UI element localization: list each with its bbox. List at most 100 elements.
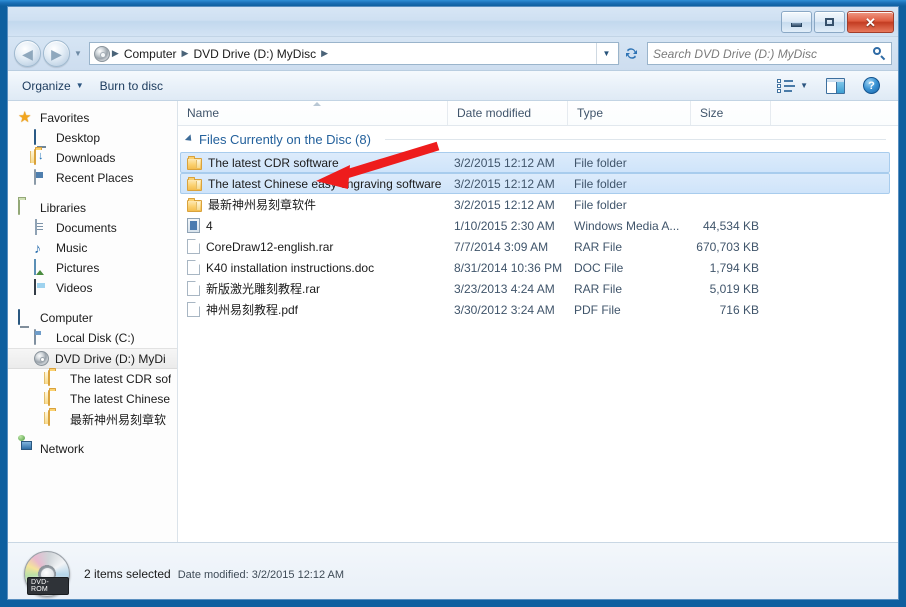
breadcrumb: ▶ Computer ▶ DVD Drive (D:) MyDisc ▶ xyxy=(93,45,596,62)
sidebar-item-label: Videos xyxy=(56,281,93,295)
recent-places-icon xyxy=(34,169,50,186)
sidebar-item-label: The latest CDR sof xyxy=(70,372,172,386)
table-row[interactable]: 神州易刻教程.pdf 3/30/2012 3:24 AM PDF File 71… xyxy=(180,299,890,320)
sidebar-item-label: DVD Drive (D:) MyDi xyxy=(55,351,166,366)
history-dropdown-button[interactable]: ▼ xyxy=(74,49,82,58)
burn-to-disc-button[interactable]: Burn to disc xyxy=(92,76,171,96)
address-bar-row: ◀ ▶ ▼ ▶ Computer ▶ DVD Drive (D:) MyDisc… xyxy=(8,37,898,71)
sidebar-item-desktop[interactable]: Desktop xyxy=(8,128,177,148)
window-body: ★ Favorites Desktop Downloads Recent Pla… xyxy=(8,101,898,542)
window-frame: ✕ ◀ ▶ ▼ ▶ Computer ▶ DVD Drive (D:) MyDi… xyxy=(7,6,899,600)
file-list-pane: Name Date modified Type Size Files Curre… xyxy=(178,101,898,542)
sidebar-item-recent-places[interactable]: Recent Places xyxy=(8,168,177,188)
group-divider xyxy=(384,138,886,140)
column-header-size[interactable]: Size xyxy=(691,101,771,125)
file-size: 670,703 KB xyxy=(696,239,759,254)
documents-icon xyxy=(34,219,50,236)
sidebar-item-dvd-drive[interactable]: DVD Drive (D:) MyDi xyxy=(8,348,177,369)
sidebar-item-libraries[interactable]: Libraries xyxy=(8,198,177,218)
address-dropdown-button[interactable]: ▼ xyxy=(596,43,616,64)
file-type: DOC File xyxy=(574,260,624,275)
view-list-icon xyxy=(777,78,796,93)
table-row[interactable]: The latest Chinese easy engraving softwa… xyxy=(180,173,890,194)
preview-pane-button[interactable] xyxy=(818,75,853,97)
sidebar-item-documents[interactable]: Documents xyxy=(8,218,177,238)
column-header-name[interactable]: Name xyxy=(178,101,448,125)
help-button[interactable]: ? xyxy=(855,74,888,97)
file-type: RAR File xyxy=(574,281,623,296)
search-input[interactable]: Search DVD Drive (D:) MyDisc xyxy=(653,47,873,61)
table-row[interactable]: CoreDraw12-english.rar 7/7/2014 3:09 AM … xyxy=(180,236,890,257)
file-date: 3/2/2015 12:12 AM xyxy=(454,176,555,191)
sidebar-item-downloads[interactable]: Downloads xyxy=(8,148,177,168)
close-button[interactable]: ✕ xyxy=(847,11,894,33)
sidebar-item-local-disk-c[interactable]: Local Disk (C:) xyxy=(8,328,177,348)
file-name: K40 installation instructions.doc xyxy=(206,260,375,275)
folder-icon xyxy=(187,176,202,191)
libraries-icon xyxy=(18,199,34,216)
downloads-folder-icon xyxy=(34,149,50,166)
breadcrumb-item-dvd-drive[interactable]: DVD Drive (D:) MyDisc xyxy=(190,47,319,61)
folder-icon xyxy=(187,197,202,212)
sidebar-item-network[interactable]: Network xyxy=(8,439,177,459)
navigation-pane: ★ Favorites Desktop Downloads Recent Pla… xyxy=(8,101,178,542)
close-icon: ✕ xyxy=(865,14,876,30)
chevron-down-icon: ▼ xyxy=(800,81,808,90)
nav-group-favorites: ★ Favorites Desktop Downloads Recent Pla… xyxy=(8,108,177,188)
file-name: 4 xyxy=(206,218,213,233)
desktop-icon xyxy=(34,129,50,146)
breadcrumb-separator: ▶ xyxy=(111,48,119,58)
sidebar-item-label: Documents xyxy=(56,221,117,235)
toolbar-right-group: ▼ ? xyxy=(769,74,892,97)
refresh-button[interactable] xyxy=(619,43,642,64)
organize-label: Organize xyxy=(22,78,71,93)
refresh-icon xyxy=(625,48,637,59)
sidebar-item-the-latest-chinese[interactable]: The latest Chinese xyxy=(8,389,177,409)
sidebar-item-computer[interactable]: Computer xyxy=(8,308,177,328)
file-type: File folder xyxy=(574,176,627,191)
document-file-icon xyxy=(187,239,200,254)
file-date: 3/23/2013 4:24 AM xyxy=(454,281,555,296)
expander-icon[interactable] xyxy=(184,134,195,144)
sidebar-item-label: Desktop xyxy=(56,131,101,145)
hard-disk-icon xyxy=(34,329,50,346)
videos-icon xyxy=(34,279,50,296)
column-header-type[interactable]: Type xyxy=(568,101,691,125)
sidebar-item-music[interactable]: ♪ Music xyxy=(8,238,177,258)
chevron-down-icon: ▼ xyxy=(75,81,84,90)
sidebar-item-the-latest-cdr-software[interactable]: The latest CDR sof xyxy=(8,369,177,389)
sidebar-item-favorites[interactable]: ★ Favorites xyxy=(8,108,177,128)
sidebar-item-zuixin-shenzhou[interactable]: 最新神州易刻章软 xyxy=(8,409,177,429)
minimize-button[interactable] xyxy=(781,11,812,33)
table-row[interactable]: 最新神州易刻章软件 3/2/2015 12:12 AM File folder xyxy=(180,194,890,215)
back-button[interactable]: ◀ xyxy=(14,40,41,67)
file-date: 3/2/2015 12:12 AM xyxy=(454,197,555,212)
column-header-date-modified[interactable]: Date modified xyxy=(448,101,568,125)
table-row[interactable]: The latest CDR software 3/2/2015 12:12 A… xyxy=(180,152,890,173)
organize-button[interactable]: Organize ▼ xyxy=(14,76,92,96)
status-bar: DVD-ROM 2 items selected Date modified: … xyxy=(8,542,898,599)
file-date: 8/31/2014 10:36 PM xyxy=(454,260,563,275)
breadcrumb-item-computer[interactable]: Computer xyxy=(121,47,180,61)
forward-button[interactable]: ▶ xyxy=(43,40,70,67)
group-header[interactable]: Files Currently on the Disc (8) xyxy=(178,126,898,152)
table-row[interactable]: K40 installation instructions.doc 8/31/2… xyxy=(180,257,890,278)
sidebar-item-videos[interactable]: Videos xyxy=(8,278,177,298)
address-bar[interactable]: ▶ Computer ▶ DVD Drive (D:) MyDisc ▶ ▼ xyxy=(88,42,619,65)
file-name: CoreDraw12-english.rar xyxy=(206,239,334,254)
change-view-button[interactable]: ▼ xyxy=(769,76,816,96)
column-header-row: Name Date modified Type Size xyxy=(178,101,898,126)
media-file-icon xyxy=(187,218,200,233)
maximize-button[interactable] xyxy=(814,11,845,33)
status-text-group: 2 items selected Date modified: 3/2/2015… xyxy=(84,567,344,581)
table-row[interactable]: 新版激光雕刻教程.rar 3/23/2013 4:24 AM RAR File … xyxy=(180,278,890,299)
chevron-down-icon: ▼ xyxy=(74,49,82,58)
file-name: 最新神州易刻章软件 xyxy=(208,198,317,212)
network-icon xyxy=(18,441,34,457)
table-row[interactable]: 4 1/10/2015 2:30 AM Windows Media A... 4… xyxy=(180,215,890,236)
search-box[interactable]: Search DVD Drive (D:) MyDisc xyxy=(647,42,892,65)
sidebar-item-label: Recent Places xyxy=(56,171,134,185)
sidebar-item-label: Computer xyxy=(40,311,93,325)
sidebar-item-label: Libraries xyxy=(40,201,87,215)
sidebar-item-pictures[interactable]: Pictures xyxy=(8,258,177,278)
